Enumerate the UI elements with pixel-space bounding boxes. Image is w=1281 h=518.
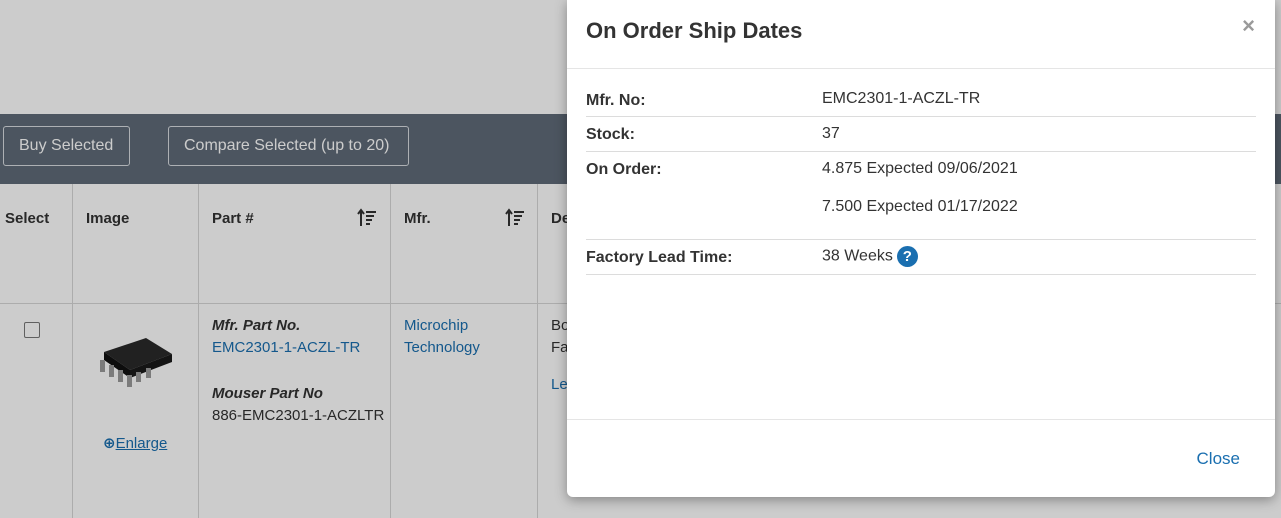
help-icon[interactable]: ? (896, 246, 918, 267)
stock-row: Stock: 37 (586, 117, 1256, 152)
modal-footer-divider (567, 419, 1275, 420)
modal-title: On Order Ship Dates (586, 18, 803, 43)
close-icon[interactable]: × (1242, 14, 1255, 38)
on-order-row: On Order: 4.875 Expected 09/06/2021 7.50… (586, 152, 1256, 240)
close-button[interactable]: Close (1197, 449, 1240, 469)
ship-dates-modal: On Order Ship Dates × Mfr. No: EMC2301-1… (567, 0, 1275, 497)
on-order-label: On Order: (586, 161, 662, 178)
mfr-no-row: Mfr. No: EMC2301-1-ACZL-TR (586, 84, 1256, 117)
mfr-no-link[interactable]: EMC2301-1-ACZL-TR (822, 90, 980, 108)
lead-time-value: 38 Weeks (822, 247, 893, 265)
lead-time-label: Factory Lead Time: (586, 249, 733, 266)
stock-value: 37 (822, 125, 840, 142)
stock-label: Stock: (586, 126, 635, 143)
on-order-entry: 7.500 Expected 01/17/2022 (822, 198, 1018, 215)
on-order-entry: 4.875 Expected 09/06/2021 (822, 160, 1018, 177)
mfr-no-label: Mfr. No: (586, 92, 646, 109)
lead-time-value-wrap: 38 Weeks? (822, 246, 918, 267)
lead-time-row: Factory Lead Time: 38 Weeks? (586, 240, 1256, 275)
modal-header-divider (567, 68, 1275, 69)
